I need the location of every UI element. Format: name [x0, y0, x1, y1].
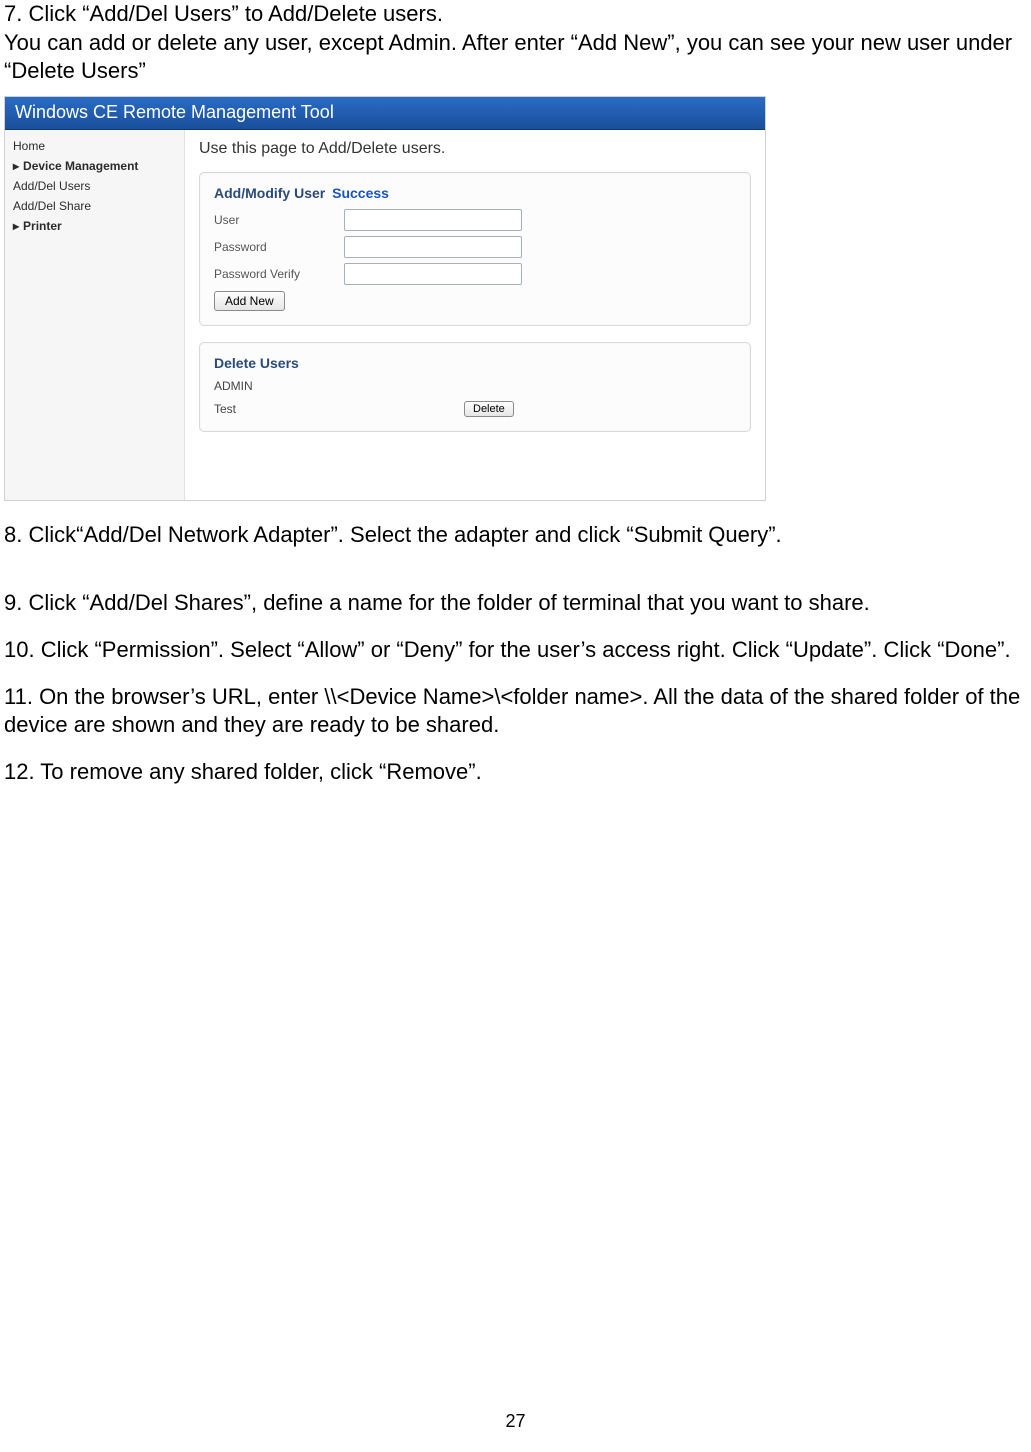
sidebar-item-label: Device Management	[23, 159, 138, 173]
user-input[interactable]	[344, 209, 522, 231]
delete-button[interactable]: Delete	[464, 401, 514, 417]
add-modify-user-panel: Add/Modify User Success User Password Pa…	[199, 172, 751, 326]
add-panel-title: Add/Modify User Success	[214, 185, 736, 201]
window-titlebar: Windows CE Remote Management Tool	[5, 97, 765, 130]
delete-users-panel: Delete Users ADMIN Test Delete	[199, 342, 751, 432]
panel-title-text: Add/Modify User	[214, 185, 325, 201]
password-verify-label: Password Verify	[214, 267, 344, 281]
step-8: 8. Click“Add/Del Network Adapter”. Selec…	[4, 521, 1021, 550]
sidebar-item-add-del-users[interactable]: Add/Del Users	[13, 176, 178, 196]
sidebar-item-label: Add/Del Share	[13, 199, 91, 213]
page-number: 27	[0, 1411, 1031, 1432]
page-heading: Use this page to Add/Delete users.	[199, 140, 751, 158]
step-7-line2: You can add or delete any user, except A…	[4, 29, 1021, 86]
sidebar-item-add-del-share[interactable]: Add/Del Share	[13, 196, 178, 216]
sidebar-item-label: Home	[13, 139, 45, 153]
step-10: 10. Click “Permission”. Select “Allow” o…	[4, 636, 1021, 665]
sidebar: Home ▸ Device Management Add/Del Users Ad…	[5, 130, 185, 500]
step-7-line1: 7. Click “Add/Del Users” to Add/Delete u…	[4, 0, 1021, 29]
add-new-button[interactable]: Add New	[214, 291, 285, 311]
password-label: Password	[214, 240, 344, 254]
screenshot-window: Windows CE Remote Management Tool Home ▸…	[4, 96, 766, 501]
chevron-right-icon: ▸	[13, 159, 19, 173]
user-row-test: Test	[214, 402, 464, 416]
status-badge: Success	[332, 185, 389, 201]
step-11: 11. On the browser’s URL, enter \\<Devic…	[4, 683, 1021, 740]
step-12: 12. To remove any shared folder, click “…	[4, 758, 1021, 787]
main-content: Use this page to Add/Delete users. Add/M…	[185, 130, 765, 500]
sidebar-item-home[interactable]: Home	[13, 136, 178, 156]
user-label: User	[214, 213, 344, 227]
user-row-admin: ADMIN	[214, 379, 736, 393]
delete-panel-title: Delete Users	[214, 355, 736, 371]
chevron-right-icon: ▸	[13, 219, 19, 233]
sidebar-item-printer[interactable]: ▸ Printer	[13, 216, 178, 236]
password-input[interactable]	[344, 236, 522, 258]
sidebar-item-device-management[interactable]: ▸ Device Management	[13, 156, 178, 176]
sidebar-item-label: Printer	[23, 219, 62, 233]
sidebar-item-label: Add/Del Users	[13, 179, 90, 193]
password-verify-input[interactable]	[344, 263, 522, 285]
step-9: 9. Click “Add/Del Shares”, define a name…	[4, 589, 1021, 618]
